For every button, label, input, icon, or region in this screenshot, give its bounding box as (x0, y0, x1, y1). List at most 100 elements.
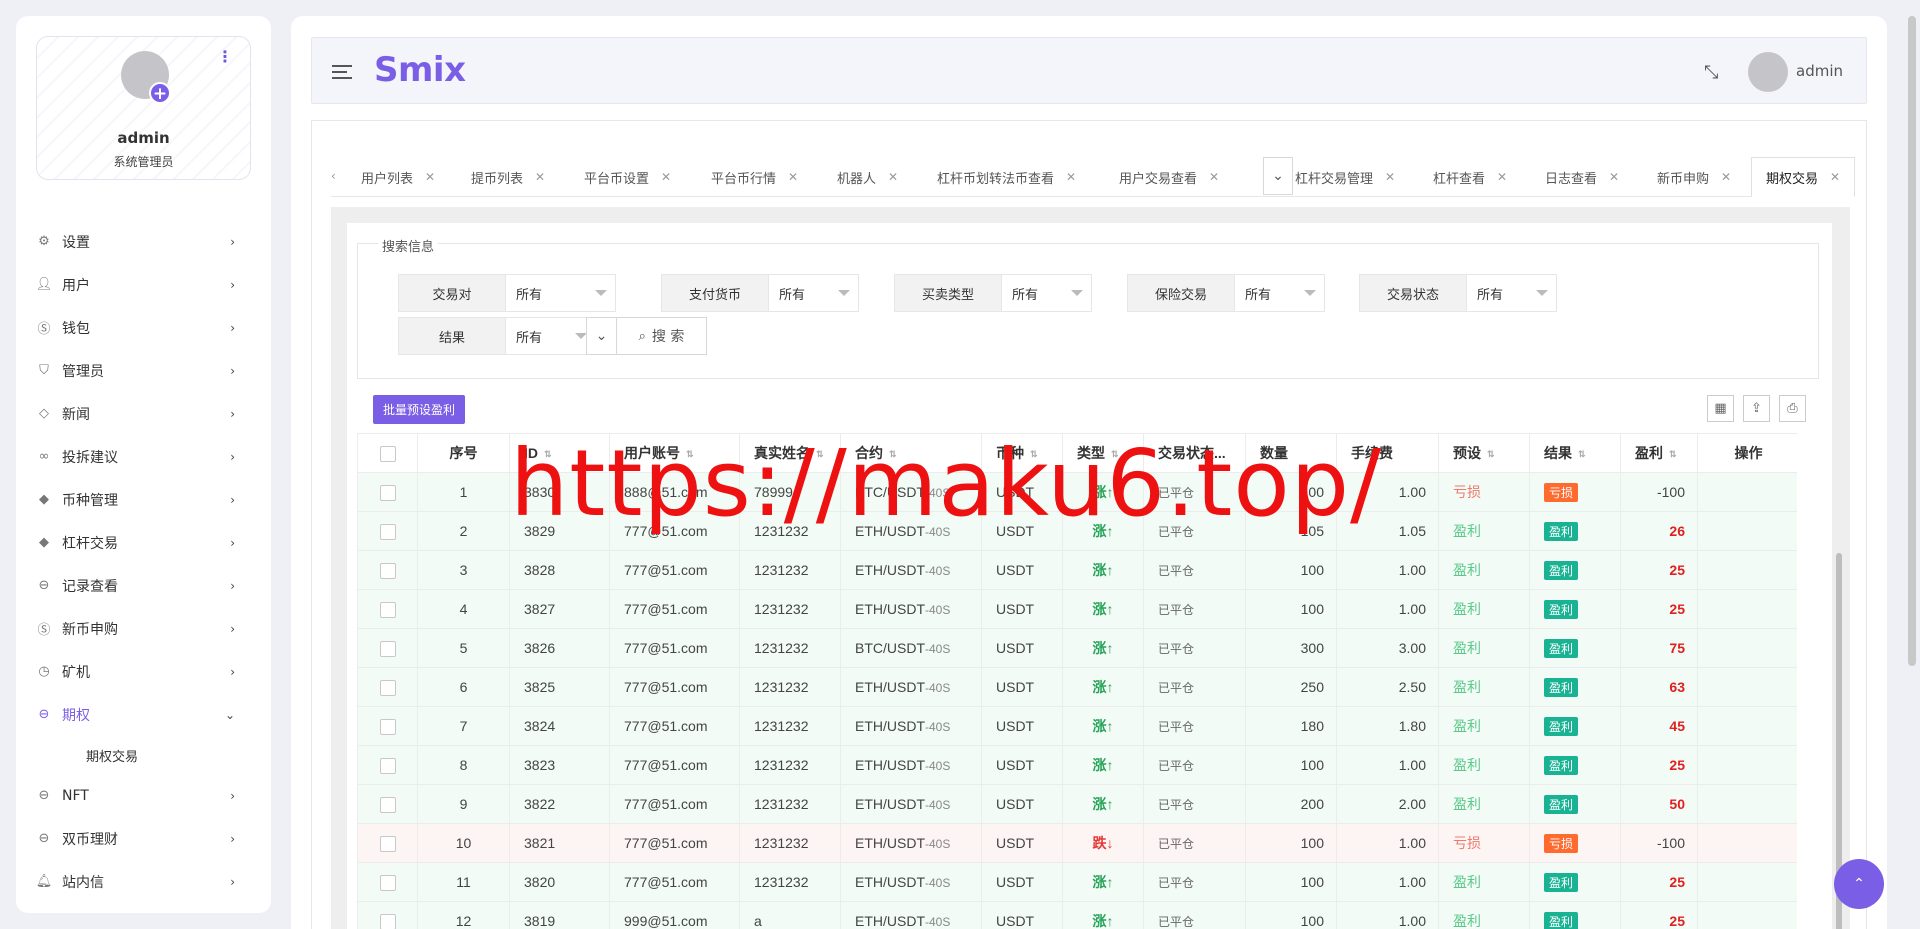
insurance-select[interactable]: 所有 (1235, 274, 1325, 312)
back-to-top-button[interactable]: ⌃ (1834, 859, 1884, 909)
close-icon[interactable]: ✕ (1066, 170, 1076, 184)
add-avatar-icon[interactable]: + (149, 82, 171, 104)
close-icon[interactable]: ✕ (535, 170, 545, 184)
row-checkbox[interactable] (357, 511, 418, 551)
tab-dropdown-button[interactable]: ⌄ (1263, 157, 1293, 195)
sort-icon[interactable]: ⇅ (686, 449, 694, 459)
sort-icon[interactable]: ⇅ (1030, 449, 1038, 459)
pay-currency-select[interactable]: 所有 (769, 274, 859, 312)
col-profit[interactable]: 盈利 ⇅ (1620, 433, 1698, 473)
close-icon[interactable]: ✕ (1721, 170, 1731, 184)
table-row[interactable]: 6 3825 777@51.com 1231232 ETH/USDT-40S USDT 涨↑… (357, 667, 1797, 707)
tab-options-trade[interactable]: 期权交易 ✕ (1751, 157, 1856, 197)
select-all-checkbox[interactable] (357, 433, 418, 473)
sort-icon[interactable]: ⇅ (544, 449, 552, 459)
table-row[interactable]: 4 3827 777@51.com 1231232 ETH/USDT-40S USDT 涨↑… (357, 589, 1797, 629)
row-checkbox[interactable] (357, 706, 418, 746)
table-row[interactable]: 2 3829 777@51.com 1231232 ETH/USDT-40S USDT 涨↑… (357, 511, 1797, 551)
sidebar-item-ipo[interactable]: Ⓢ 新币申购 › (16, 607, 271, 650)
row-checkbox[interactable] (357, 745, 418, 785)
header-username[interactable]: admin (1796, 62, 1843, 80)
table-row[interactable]: 7 3824 777@51.com 1231232 ETH/USDT-40S USDT 涨↑… (357, 706, 1797, 746)
sort-icon[interactable]: ⇅ (1111, 449, 1119, 459)
col-realname[interactable]: 真实姓名 ⇅ (739, 433, 841, 473)
print-icon[interactable]: ⎙ (1779, 395, 1806, 422)
sidebar-item-dual[interactable]: ⊖ 双币理财 › (16, 817, 271, 860)
row-checkbox[interactable] (357, 901, 418, 929)
sort-icon[interactable]: ⇅ (816, 449, 824, 459)
search-button[interactable]: ⌕ 搜 索 (616, 317, 707, 355)
sidebar-item-records[interactable]: ⊖ 记录查看 › (16, 564, 271, 607)
close-icon[interactable]: ✕ (888, 170, 898, 184)
trade-status-select[interactable]: 所有 (1467, 274, 1557, 312)
row-checkbox[interactable] (357, 862, 418, 902)
search-expand-button[interactable]: ⌄ (586, 317, 617, 355)
sidebar-item-wallet[interactable]: Ⓢ 钱包 › (16, 306, 271, 349)
sidebar-item-news[interactable]: ◇ 新闻 › (16, 392, 271, 435)
row-checkbox[interactable] (357, 667, 418, 707)
col-id[interactable]: ID ⇅ (509, 433, 610, 473)
col-coin[interactable]: 币种 ⇅ (981, 433, 1063, 473)
row-checkbox[interactable] (357, 784, 418, 824)
row-checkbox[interactable] (357, 628, 418, 668)
sidebar-subitem-options-trade[interactable]: 期权交易 (16, 736, 271, 774)
sort-icon[interactable]: ⇅ (1669, 449, 1677, 459)
sidebar-item-inbox[interactable]: 🔔︎ 站内信 › (16, 860, 271, 903)
tab-robot[interactable]: 机器人 ✕ (837, 157, 898, 197)
pair-select[interactable]: 所有 (506, 274, 616, 312)
tab-platform-coin-settings[interactable]: 平台币设置 ✕ (584, 157, 671, 197)
export-icon[interactable]: ⇪ (1743, 395, 1770, 422)
tab-platform-coin-market[interactable]: 平台币行情 ✕ (711, 157, 798, 197)
row-checkbox[interactable] (357, 550, 418, 590)
sidebar-item-miner[interactable]: ◷ 矿机 › (16, 650, 271, 693)
table-row[interactable]: 1 3830 888@51.com 78999 BTC/USDT-40S USDT 涨↑ 已平… (357, 472, 1797, 512)
close-icon[interactable]: ✕ (1830, 170, 1840, 184)
sidebar-item-currency[interactable]: ◆ 币种管理 › (16, 478, 271, 521)
tab-user-list[interactable]: 用户列表 ✕ (361, 157, 435, 197)
sidebar-item-feedback[interactable]: ∞ 投拆建议 › (16, 435, 271, 478)
col-contract[interactable]: 合约 ⇅ (840, 433, 982, 473)
close-icon[interactable]: ✕ (1385, 170, 1395, 184)
sort-icon[interactable]: ⇅ (1487, 449, 1495, 459)
table-row[interactable]: 12 3819 999@51.com a ETH/USDT-40S USDT 涨↑ 已平仓 10… (357, 901, 1797, 929)
close-icon[interactable]: ✕ (425, 170, 435, 184)
close-icon[interactable]: ✕ (661, 170, 671, 184)
tab-leverage-manage[interactable]: 杠杆交易管理 ✕ (1295, 157, 1395, 197)
tab-new-coin[interactable]: 新币申购 ✕ (1657, 157, 1731, 197)
page-scrollbar[interactable] (1908, 16, 1916, 666)
sidebar-item-leverage[interactable]: ◆ 杠杆交易 › (16, 521, 271, 564)
row-checkbox[interactable] (357, 472, 418, 512)
table-row[interactable]: 5 3826 777@51.com 1231232 BTC/USDT-40S USDT 涨↑… (357, 628, 1797, 668)
table-row[interactable]: 3 3828 777@51.com 1231232 ETH/USDT-40S USDT 涨↑… (357, 550, 1797, 590)
table-row[interactable]: 11 3820 777@51.com 1231232 ETH/USDT-40S USDT 涨… (357, 862, 1797, 902)
tab-leverage-view[interactable]: 杠杆查看 ✕ (1433, 157, 1507, 197)
sort-icon[interactable]: ⇅ (889, 449, 897, 459)
col-preset[interactable]: 预设 ⇅ (1438, 433, 1530, 473)
sidebar-item-nft[interactable]: ⊖ NFT › (16, 774, 271, 817)
menu-toggle-icon[interactable] (332, 65, 352, 83)
table-row[interactable]: 8 3823 777@51.com 1231232 ETH/USDT-40S USDT 涨↑… (357, 745, 1797, 785)
tab-log-view[interactable]: 日志查看 ✕ (1545, 157, 1619, 197)
trade-side-select[interactable]: 所有 (1002, 274, 1092, 312)
col-status[interactable]: 交易状态... (1143, 433, 1246, 473)
col-account[interactable]: 用户账号 ⇅ (609, 433, 740, 473)
tab-user-trades[interactable]: 用户交易查看 ✕ (1119, 157, 1219, 197)
col-result[interactable]: 结果 ⇅ (1529, 433, 1621, 473)
sidebar-item-admin[interactable]: ⛉ 管理员 › (16, 349, 271, 392)
close-icon[interactable]: ✕ (1609, 170, 1619, 184)
table-row[interactable]: 9 3822 777@51.com 1231232 ETH/USDT-40S USDT 涨↑… (357, 784, 1797, 824)
header-avatar[interactable] (1748, 52, 1788, 92)
row-checkbox[interactable] (357, 589, 418, 629)
close-icon[interactable]: ✕ (1209, 170, 1219, 184)
more-options-icon[interactable]: ⋮ (217, 49, 233, 65)
batch-preset-profit-button[interactable]: 批量预设盈利 (373, 395, 466, 424)
result-select[interactable]: 所有 (506, 317, 596, 355)
close-icon[interactable]: ✕ (788, 170, 798, 184)
close-icon[interactable]: ✕ (1497, 170, 1507, 184)
col-type[interactable]: 类型 ⇅ (1062, 433, 1144, 473)
table-row[interactable]: 10 3821 777@51.com 1231232 ETH/USDT-40S USDT 跌… (357, 823, 1797, 863)
tab-scroll-left-icon[interactable]: ‹ (331, 169, 336, 183)
columns-icon[interactable]: ▦ (1707, 395, 1734, 422)
sidebar-item-settings[interactable]: ⚙ 设置 › (16, 220, 271, 263)
row-checkbox[interactable] (357, 823, 418, 863)
